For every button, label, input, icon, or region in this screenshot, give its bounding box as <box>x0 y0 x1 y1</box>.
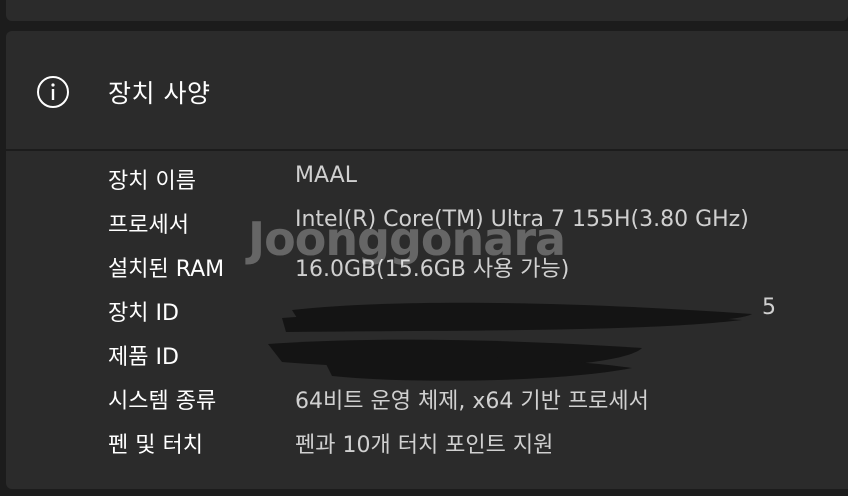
spec-label: 장치 ID <box>108 301 179 326</box>
spec-label: 프로세서 <box>108 213 189 238</box>
previous-settings-card <box>6 0 848 21</box>
spec-value[interactable]: 64비트 운영 체제, x64 기반 프로세서 <box>295 383 649 415</box>
spec-label: 설치된 RAM <box>108 257 225 282</box>
device-specifications-card: 장치 사양 장치 이름 MAAL 프로세서 Intel(R) Core(TM) … <box>6 31 848 489</box>
spec-row-pen-touch: 펜 및 터치 펜과 10개 터치 포인트 지원 <box>6 427 848 471</box>
spec-row-system-type: 시스템 종류 64비트 운영 체제, x64 기반 프로세서 <box>6 383 848 427</box>
spec-value[interactable]: 펜과 10개 터치 포인트 지원 <box>295 427 553 459</box>
device-specifications-header[interactable]: 장치 사양 <box>6 31 848 149</box>
spec-label: 시스템 종류 <box>108 389 217 414</box>
spec-label: 장치 이름 <box>108 169 196 194</box>
spec-row-ram: 설치된 RAM 16.0GB(15.6GB 사용 가능) <box>6 251 848 295</box>
page-bottom-gap <box>0 489 848 496</box>
spec-value[interactable]: MAAL <box>295 163 357 188</box>
spec-value[interactable]: 16.0GB(15.6GB 사용 가능) <box>295 251 569 283</box>
spec-label: 펜 및 터치 <box>108 433 203 458</box>
spec-value[interactable]: Intel(R) Core(TM) Ultra 7 155H(3.80 GHz) <box>295 207 749 232</box>
spec-value[interactable]: 5 <box>762 295 776 320</box>
spec-row-device-name: 장치 이름 MAAL <box>6 163 848 207</box>
spec-row-processor: 프로세서 Intel(R) Core(TM) Ultra 7 155H(3.80… <box>6 207 848 251</box>
spec-label: 제품 ID <box>108 345 179 370</box>
spec-row-device-id: 장치 ID 5 <box>6 295 848 339</box>
spec-row-product-id: 제품 ID <box>6 339 848 383</box>
section-title: 장치 사양 <box>108 79 211 108</box>
info-icon <box>37 76 69 108</box>
section-divider <box>6 149 848 151</box>
